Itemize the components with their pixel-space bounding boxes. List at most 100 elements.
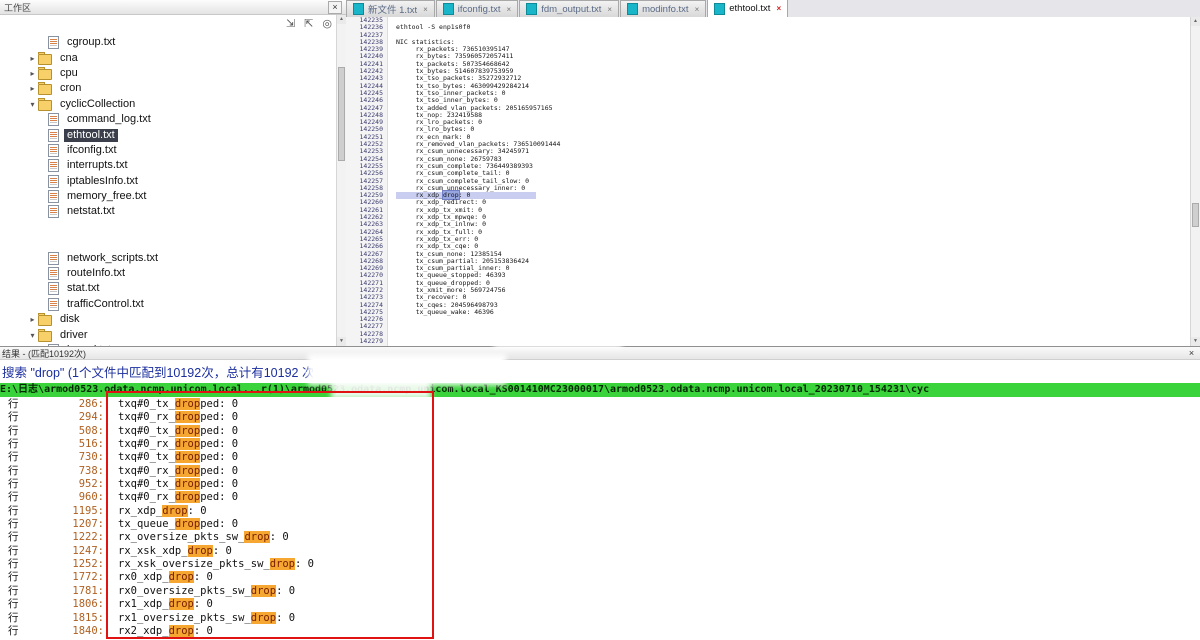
chevron-right-icon[interactable]: ▸ — [27, 54, 38, 63]
tab-close-icon[interactable]: × — [507, 5, 512, 14]
code-line: rx_xdp_tx_full: 0 — [396, 229, 1191, 236]
tree-item-label: disk — [57, 313, 83, 326]
result-row-prefix: 行 — [8, 612, 24, 625]
tree-file-network_scripts.txt[interactable]: network_scripts.txt — [0, 250, 337, 265]
result-row-prefix: 行 — [8, 478, 24, 491]
scrollbar-thumb[interactable] — [1192, 203, 1199, 227]
result-row-prefix: 行 — [8, 438, 24, 451]
tab-close-icon[interactable]: × — [695, 5, 700, 14]
code-area[interactable]: ethtool -S enp1s0f0NIC statistics: rx_pa… — [388, 17, 1191, 346]
workspace-close-icon[interactable]: × — [328, 1, 342, 14]
tab-close-icon[interactable]: × — [607, 5, 612, 14]
results-close-icon[interactable]: × — [1186, 348, 1197, 358]
result-row-prefix: 行 — [8, 465, 24, 478]
tab-ifconfig.txt[interactable]: ifconfig.txt× — [436, 0, 518, 17]
code-line: tx_packets: 507354668642 — [396, 61, 1191, 68]
tab-新文件 1.txt[interactable]: 新文件 1.txt × — [346, 0, 435, 17]
tab-label: 新文件 1.txt — [368, 2, 417, 16]
workspace-panel: 工作区 × cgroup.txt▸cna▸cpu▸cron▾cyclicColl… — [0, 0, 347, 346]
workspace-tree: cgroup.txt▸cna▸cpu▸cron▾cyclicCollection… — [0, 15, 337, 346]
tab-fdm_output.txt[interactable]: fdm_output.txt× — [519, 0, 619, 17]
tree-file-memory_free.txt[interactable]: memory_free.txt — [0, 189, 337, 204]
expand-all-icon[interactable]: ⇲ — [286, 18, 295, 30]
tree-file-ethtool.txt[interactable]: ethtool.txt — [0, 127, 337, 142]
code-line: rx_xdp_drop: 0 — [396, 192, 1191, 199]
scroll-down-icon[interactable]: ▼ — [337, 337, 346, 346]
result-line-number: 1247: — [24, 545, 104, 558]
tree-item-label: command_log.txt — [64, 113, 154, 126]
file-icon — [48, 298, 59, 311]
tree-folder-driver[interactable]: ▾driver — [0, 327, 337, 342]
folder-icon — [38, 331, 52, 342]
code-line: NIC statistics: — [396, 39, 1191, 46]
results-header-title: 结果 - (匹配10192次) — [2, 347, 86, 360]
result-row-prefix: 行 — [8, 571, 24, 584]
folder-icon — [38, 315, 52, 326]
tree-file-netstat.txt[interactable]: netstat.txt — [0, 204, 337, 219]
file-icon — [48, 129, 59, 142]
code-line: tx_queue_wake: 46396 — [396, 309, 1191, 316]
workspace-scrollbar[interactable]: ▲ ▼ — [336, 15, 346, 346]
code-line — [396, 32, 1191, 39]
tree-folder-cna[interactable]: ▸cna — [0, 50, 337, 65]
code-line: tx_tso_inner_packets: 0 — [396, 90, 1191, 97]
tree-item-label: routeInfo.txt — [64, 267, 128, 280]
result-row-prefix: 行 — [8, 545, 24, 558]
collapse-all-icon[interactable]: ⇱ — [304, 18, 313, 30]
locate-file-icon[interactable]: ◎ — [322, 18, 332, 30]
scroll-up-icon[interactable]: ▲ — [337, 15, 346, 24]
tab-close-icon[interactable]: × — [776, 4, 781, 13]
tab-close-icon[interactable]: × — [423, 5, 428, 14]
scroll-up-icon[interactable]: ▲ — [1191, 17, 1200, 26]
scrollbar-thumb[interactable] — [338, 67, 345, 161]
result-line-number: 286: — [24, 398, 104, 411]
tree-folder-cpu[interactable]: ▸ cpu — [0, 66, 337, 81]
result-line-number: 294: — [24, 411, 104, 424]
tree-file-ifconfig.txt[interactable]: ifconfig.txt — [0, 143, 337, 158]
file-icon — [48, 205, 59, 218]
result-line-number: 1207: — [24, 518, 104, 531]
result-row-prefix: 行 — [8, 585, 24, 598]
tree-folder-cron[interactable]: ▸cron — [0, 81, 337, 96]
editor-body[interactable]: 1422351422361422371422381422391422401422… — [346, 17, 1191, 346]
file-icon — [48, 36, 59, 49]
tab-modinfo.txt[interactable]: modinfo.txt× — [620, 0, 706, 17]
editor-scrollbar[interactable]: ▲ ▼ — [1190, 17, 1200, 346]
scroll-down-icon[interactable]: ▼ — [1191, 337, 1200, 346]
code-line: rx_lro_bytes: 0 — [396, 126, 1191, 133]
tree-item-label: cyclicCollection — [57, 98, 138, 111]
code-line: tx_nop: 232419588 — [396, 112, 1191, 119]
code-line: ethtool -S enp1s0f0 — [396, 24, 1191, 31]
tree-file-routeInfo.txt[interactable]: routeInfo.txt — [0, 266, 337, 281]
result-line-number: 1806: — [24, 598, 104, 611]
tree-file-stat.txt[interactable]: stat.txt — [0, 281, 337, 296]
code-line: tx_added_vlan_packets: 205165957165 — [396, 105, 1191, 112]
tree-file-interrupts.txt[interactable]: interrupts.txt — [0, 158, 337, 173]
result-line-number: 952: — [24, 478, 104, 491]
line-number-gutter: 1422351422361422371422381422391422401422… — [346, 17, 388, 346]
document-icon — [443, 3, 454, 15]
result-line-number: 1252: — [24, 558, 104, 571]
workspace-toolbar: ⇲ ⇱ ◎ — [286, 18, 332, 30]
tree-folder-cyclicCollection[interactable]: ▾ cyclicCollection — [0, 97, 337, 112]
workspace-titlebar: 工作区 × — [0, 0, 346, 15]
file-icon — [48, 113, 59, 126]
chevron-right-icon[interactable]: ▸ — [27, 84, 38, 93]
tree-file-trafficControl.txt[interactable]: trafficControl.txt — [0, 297, 337, 312]
tree-folder-disk[interactable]: ▸ disk — [0, 312, 337, 327]
tree-file-iptablesInfo.txt[interactable]: iptablesInfo.txt — [0, 174, 337, 189]
chevron-down-icon[interactable]: ▾ — [27, 100, 38, 109]
tree-file-cgroup.txt[interactable]: cgroup.txt — [0, 35, 337, 50]
code-line: rx_xdp_redirect: 0 — [396, 199, 1191, 206]
code-line: tx_tso_bytes: 463099429284214 — [396, 83, 1191, 90]
code-line — [396, 17, 1191, 24]
result-row-prefix: 行 — [8, 598, 24, 611]
chevron-right-icon[interactable]: ▸ — [27, 315, 38, 324]
chevron-down-icon[interactable]: ▾ — [27, 331, 38, 340]
file-icon — [48, 159, 59, 172]
result-line-number: 1840: — [24, 625, 104, 638]
tree-item-label: cpu — [57, 67, 81, 80]
tree-file-command_log.txt[interactable]: command_log.txt — [0, 112, 337, 127]
chevron-right-icon[interactable]: ▸ — [27, 69, 38, 78]
tab-ethtool.txt[interactable]: ethtool.txt× — [707, 0, 788, 17]
